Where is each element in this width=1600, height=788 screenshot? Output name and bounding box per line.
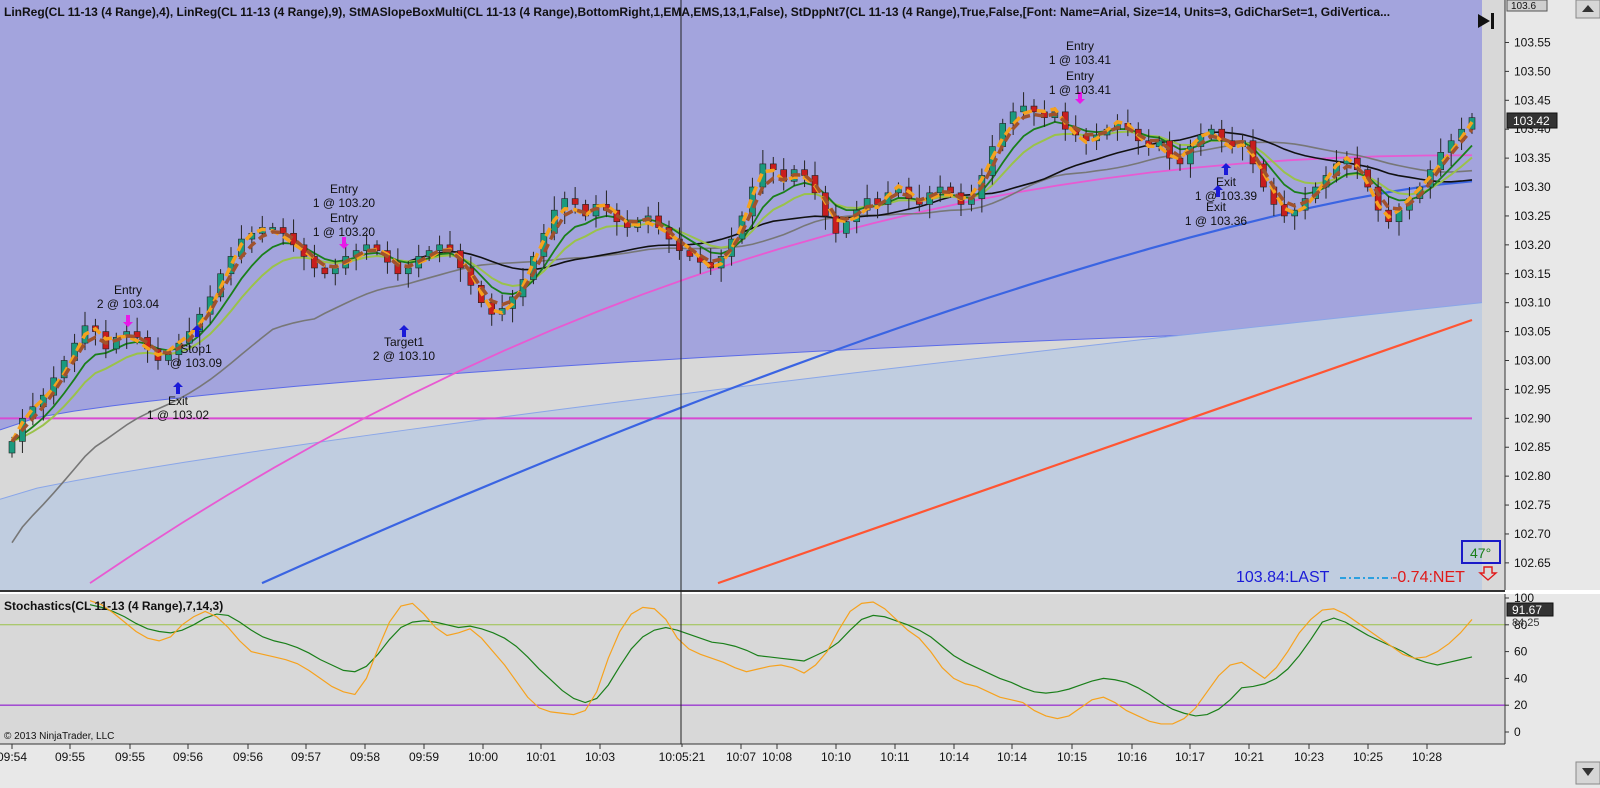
price-tick-label: 103.00 [1514,353,1551,367]
candle-body [571,198,579,205]
candle-body [404,267,412,275]
price-tick-label: 102.75 [1514,498,1551,512]
time-tick-label: 09:58 [350,750,380,764]
trade-marker-label: Entry [114,283,142,297]
time-tick-label: 09:55 [115,750,145,764]
top-price-cut-label: 103.6 [1511,1,1536,12]
time-tick-label: 10:03 [585,750,615,764]
price-tick-label: 102.85 [1514,440,1551,454]
time-tick-label: 10:14 [997,750,1027,764]
stoch-tick-label: 60 [1514,645,1528,659]
price-chart-window: Entry2 @ 103.04Stop1@ 103.09Exit1 @ 103.… [0,0,1600,788]
trade-marker-label: Entry [330,182,358,196]
stoch-tick-label: 0 [1514,725,1521,739]
price-tick-label: 102.65 [1514,556,1551,570]
stochastics-panel-background [0,594,1505,744]
price-tick-label: 103.25 [1514,209,1551,223]
time-tick-label: 09:59 [409,750,439,764]
time-tick-label: 09:55 [55,750,85,764]
time-tick-label: 10:01 [526,750,556,764]
stoch-second-label: 84.25 [1512,617,1540,629]
candle-body [331,267,339,275]
stoch-last-label: 91.67 [1512,603,1542,617]
candle-body [8,441,16,454]
trade-marker-detail: 1 @ 103.41 [1049,53,1112,67]
time-tick-label: 10:11 [880,750,909,764]
trade-marker-detail: @ 103.09 [170,356,223,370]
time-tick-label: 09:57 [291,750,321,764]
trade-marker-detail: 2 @ 103.10 [373,349,436,363]
price-tick-label: 102.95 [1514,382,1551,396]
slope-angle-label: 47° [1470,545,1491,561]
price-tick-label: 103.30 [1514,180,1551,194]
price-tick-label: 102.70 [1514,527,1551,541]
candle-body [1020,105,1027,113]
trade-marker-label: Stop1 [180,342,212,356]
time-tick-label: 10:14 [939,750,969,764]
price-tick-label: 103.35 [1514,151,1551,165]
time-tick-label: 09:56 [233,750,263,764]
candle-body [133,331,141,338]
time-tick-label: 10:16 [1117,750,1147,764]
time-tick-label: 10:07 [726,750,756,764]
time-tick-label: 10:21 [1234,750,1264,764]
time-tick-label: 09:56 [173,750,203,764]
candle-body [1030,105,1038,113]
last-value-label: 103.84:LAST [1236,569,1330,586]
time-tick-label: 10:00 [468,750,498,764]
price-tick-label: 103.20 [1514,238,1551,252]
time-tick-label: 10:17 [1175,750,1205,764]
trade-marker-detail: 1 @ 103.36 [1185,214,1248,228]
indicator-header: LinReg(CL 11-13 (4 Range),4), LinReg(CL … [4,5,1390,19]
price-tick-label: 103.55 [1514,35,1551,49]
last-price-label: 103.42 [1513,114,1550,128]
time-tick-label: 09:54 [0,750,27,764]
trade-marker-label: Entry [1066,39,1094,53]
trade-marker-detail: 1 @ 103.20 [313,196,376,210]
trade-marker-detail: 1 @ 103.41 [1049,83,1112,97]
candle-body [842,221,850,234]
time-tick-label: 10:28 [1412,750,1442,764]
price-tick-label: 103.05 [1514,325,1551,339]
candle-body [279,227,287,234]
time-tick-label: 10:05:21 [659,750,706,764]
price-tick-label: 103.15 [1514,267,1551,281]
time-tick-label: 10:15 [1057,750,1087,764]
price-tick-label: 103.50 [1514,64,1551,78]
time-tick-label: 10:10 [821,750,851,764]
price-tick-label: 103.10 [1514,296,1551,310]
time-tick-label: 10:23 [1294,750,1324,764]
price-tick-label: 103.45 [1514,93,1551,107]
trade-marker-detail: 1 @ 103.02 [147,408,210,422]
trade-marker-label: Exit [1206,200,1227,214]
trade-marker-detail: 2 @ 103.04 [97,297,160,311]
copyright-label: © 2013 NinjaTrader, LLC [4,731,114,742]
stochastics-title: Stochastics(CL 11-13 (4 Range),7,14,3) [4,599,223,613]
trade-marker-detail: 1 @ 103.39 [1195,189,1258,203]
trade-marker-label: Entry [1066,69,1094,83]
trade-marker-detail: 1 @ 103.20 [313,225,376,239]
trade-marker-label: Exit [168,394,189,408]
scroll-down-button[interactable] [1575,761,1600,785]
trade-marker-label: Entry [330,211,358,225]
time-tick-label: 10:25 [1353,750,1383,764]
candle-body [436,244,443,251]
trade-marker-label: Target1 [384,335,424,349]
candle-body [321,267,329,275]
stoch-tick-label: 40 [1514,671,1528,685]
price-tick-label: 102.80 [1514,469,1551,483]
scroll-up-button[interactable] [1575,0,1600,19]
net-value-label: -0.74:NET [1392,569,1465,586]
price-tick-label: 102.90 [1514,411,1551,425]
stoch-tick-label: 20 [1514,698,1528,712]
time-tick-label: 10:08 [762,750,792,764]
